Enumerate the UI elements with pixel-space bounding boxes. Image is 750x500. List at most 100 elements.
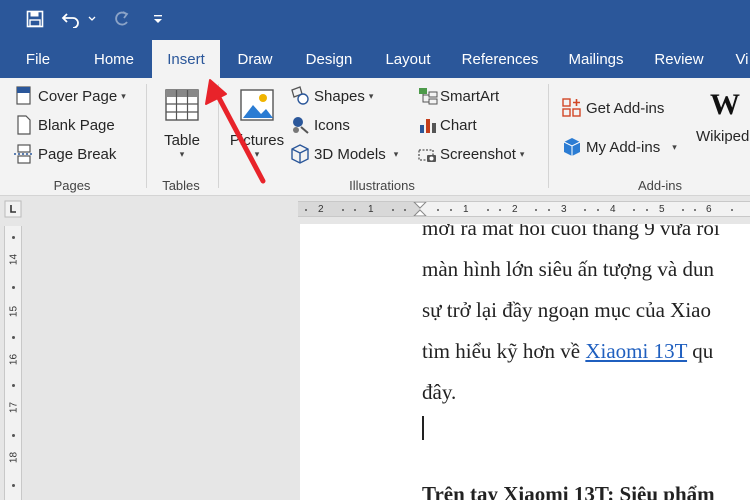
get-addins-label: Get Add-ins <box>586 99 665 117</box>
blank-page-button[interactable]: Blank Page <box>14 115 115 135</box>
redo-icon[interactable] <box>108 6 134 32</box>
text-cursor <box>422 416 424 440</box>
chevron-down-icon: ▾ <box>121 90 126 101</box>
table-button[interactable]: Table ▾ <box>158 88 206 160</box>
screenshot-label: Screenshot <box>440 145 516 163</box>
document-text-line: sự trở lại đầy ngoạn mục của Xiao <box>422 298 711 322</box>
chart-icon <box>418 115 438 135</box>
ruler-tick <box>12 484 15 487</box>
document-text: tìm hiểu kỹ hơn về <box>422 339 586 363</box>
page-break-icon <box>14 144 34 164</box>
chevron-down-icon: ▾ <box>393 148 399 159</box>
cover-page-button[interactable]: Cover Page ▾ <box>14 86 126 106</box>
my-addins-label: My Add-ins <box>586 138 661 156</box>
table-icon <box>164 88 200 126</box>
pictures-button[interactable]: Pictures ▾ <box>226 88 288 160</box>
ruler-tick <box>12 236 15 239</box>
save-icon[interactable] <box>22 6 48 32</box>
cover-page-icon <box>14 86 34 106</box>
vertical-ruler[interactable]: 14 15 16 17 18 <box>4 226 22 500</box>
shapes-icon <box>290 86 310 106</box>
chevron-down-icon: ▾ <box>368 90 374 101</box>
shapes-label: Shapes <box>314 87 365 105</box>
chevron-down-icon: ▾ <box>519 148 525 159</box>
undo-dropdown-icon[interactable] <box>86 6 98 32</box>
chevron-down-icon: ▾ <box>254 149 260 159</box>
smartart-label: SmartArt <box>440 87 500 105</box>
tab-design[interactable]: Design <box>292 40 366 78</box>
tab-review[interactable]: Review <box>644 40 714 78</box>
blank-page-label: Blank Page <box>38 116 115 134</box>
table-label: Table <box>164 132 200 149</box>
addins-group-label: Add-ins <box>637 178 683 193</box>
chart-label: Chart <box>440 116 477 134</box>
chart-button[interactable]: Chart <box>418 115 477 135</box>
tab-home[interactable]: Home <box>78 40 150 78</box>
document-text-line: mới ra mắt hồi cuối tháng 9 vừa rồi <box>422 224 720 240</box>
insert-ribbon: Cover Page ▾ Blank Page Page Break Pages… <box>0 78 750 196</box>
icons-button[interactable]: Icons <box>290 115 350 135</box>
get-addins-button[interactable]: Get Add-ins <box>562 98 664 118</box>
my-addins-button[interactable]: My Add-ins ▾ <box>562 137 677 157</box>
screenshot-button[interactable]: Screenshot ▾ <box>418 144 524 164</box>
tab-layout[interactable]: Layout <box>374 40 442 78</box>
smartart-button[interactable]: SmartArt <box>418 86 499 106</box>
xiaomi-13t-link[interactable]: Xiaomi 13T <box>585 339 687 363</box>
ruler-number: 14 <box>8 253 20 266</box>
3d-models-label: 3D Models <box>314 145 386 163</box>
undo-icon[interactable] <box>58 6 84 32</box>
document-text-line: đây. <box>422 380 457 404</box>
ruler-tick <box>12 336 15 339</box>
tab-draw[interactable]: Draw <box>226 40 284 78</box>
group-divider <box>218 84 219 188</box>
cover-page-label: Cover Page <box>38 87 118 105</box>
ruler-number: 17 <box>8 401 20 414</box>
ruler-number: 15 <box>8 305 20 318</box>
ruler-number: 18 <box>8 451 20 464</box>
pictures-label: Pictures <box>229 132 285 149</box>
ruler-tick <box>12 384 15 387</box>
document-text: qu <box>687 339 714 363</box>
chevron-down-icon: ▾ <box>179 149 185 159</box>
document-text-line: tìm hiểu kỹ hơn về Xiaomi 13T qu <box>422 339 713 364</box>
page-break-button[interactable]: Page Break <box>14 144 116 164</box>
wikipedia-label: Wikiped <box>696 128 750 145</box>
tab-file[interactable]: File <box>14 40 62 78</box>
ribbon-tabs: File Home Insert Draw Design Layout Refe… <box>0 40 750 78</box>
ruler-tick <box>12 286 15 289</box>
pages-group-label: Pages <box>53 178 91 193</box>
addins-cube-icon <box>562 137 582 157</box>
quick-access-toolbar <box>0 0 750 40</box>
cube-icon <box>290 144 310 164</box>
chevron-down-icon: ▾ <box>672 141 677 152</box>
tab-insert[interactable]: Insert <box>152 40 220 78</box>
illustrations-group-label: Illustrations <box>349 178 415 193</box>
group-divider <box>146 84 147 188</box>
horizontal-ruler[interactable]: 2 1 1 2 3 4 5 6 <box>298 201 750 217</box>
tab-view[interactable]: Vi <box>722 40 750 78</box>
page-break-label: Page Break <box>38 145 117 163</box>
ruler-ticks <box>305 202 733 216</box>
picture-icon <box>239 88 275 126</box>
icons-icon <box>290 115 310 135</box>
store-icon <box>562 98 582 118</box>
3d-models-button[interactable]: 3D Models ▾ <box>290 144 398 164</box>
icons-label: Icons <box>314 116 350 134</box>
ruler-number: 16 <box>8 353 20 366</box>
document-text-line: màn hình lớn siêu ấn tượng và dun <box>422 257 714 281</box>
document-heading: Trên tay Xiaomi 13T: Siêu phẩm <box>422 482 715 500</box>
blank-page-icon <box>14 115 34 135</box>
tables-group-label: Tables <box>162 178 200 193</box>
smartart-icon <box>418 86 438 106</box>
tab-selector[interactable] <box>0 196 28 222</box>
ruler-tick <box>12 434 15 437</box>
screenshot-icon <box>418 144 438 164</box>
tab-mailings[interactable]: Mailings <box>558 40 634 78</box>
customize-toolbar-icon[interactable] <box>148 6 168 32</box>
shapes-button[interactable]: Shapes ▾ <box>290 86 373 106</box>
wikipedia-icon: W <box>710 88 740 121</box>
tab-references[interactable]: References <box>452 40 548 78</box>
group-divider <box>548 84 549 188</box>
document-page[interactable]: mới ra mắt hồi cuối tháng 9 vừa rồi màn … <box>300 224 750 500</box>
wikipedia-button[interactable]: W Wikiped <box>694 88 750 145</box>
